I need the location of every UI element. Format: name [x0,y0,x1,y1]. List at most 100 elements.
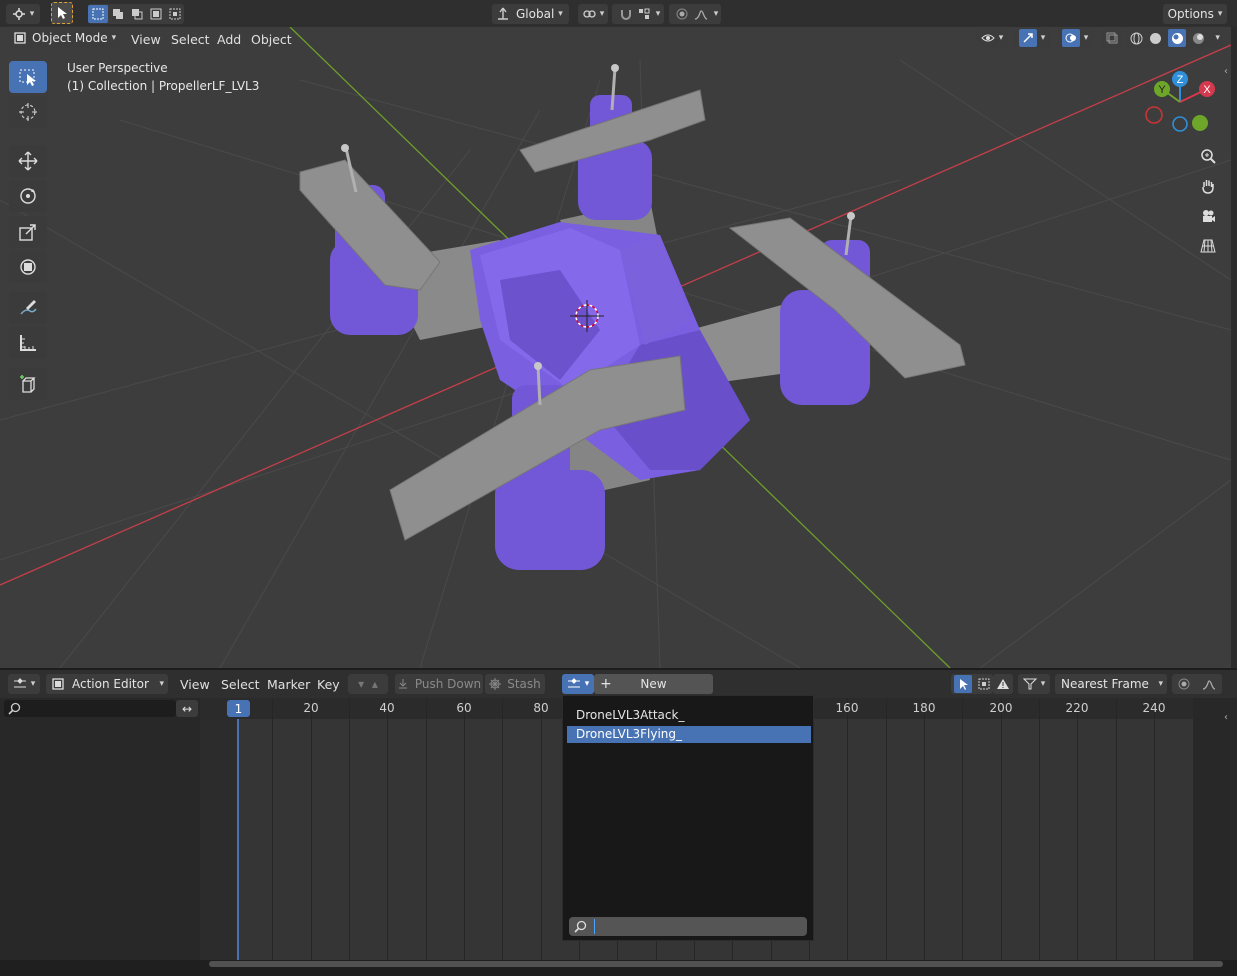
action-editor-mode-dropdown[interactable]: Action Editor ▾ [46,674,168,694]
solid-shading-icon[interactable] [1149,32,1162,45]
frame-tick: 180 [912,701,936,715]
menu-view[interactable]: View [180,677,210,692]
pre-range-shade [200,719,238,960]
new-action-button[interactable]: + New [594,674,713,694]
swap-filter-button[interactable]: ↔ [176,700,198,717]
navigation-gizmo[interactable]: Z X Y [1140,67,1220,147]
show-hidden-icon[interactable] [978,678,990,690]
annotate-tool[interactable] [9,292,47,324]
object-mode-dropdown[interactable]: Object Mode ▾ [9,28,119,48]
ortho-toggle-button[interactable] [1196,234,1220,258]
filters-dropdown[interactable]: ▾ [1018,674,1050,694]
3d-cursor-icon [18,102,38,122]
frame-tick: 80 [533,701,549,715]
ruler-icon [18,333,38,353]
overlays-icon [1061,29,1080,47]
magnet-icon[interactable] [616,7,636,21]
channel-search-field[interactable] [4,700,176,717]
action-browse-popup: DroneLVL3Attack_ DroneLVL3Flying_ [562,695,814,941]
select-extend-icon[interactable] [108,8,127,20]
only-errors-toggle[interactable] [993,674,1013,694]
select-intersect-icon[interactable] [165,8,184,20]
3d-viewport[interactable]: Object Mode ▾ View Select Add Object ▾ ▾… [0,27,1231,668]
text-caret [594,919,595,934]
transform-tool[interactable] [9,251,47,283]
stash-button[interactable]: Stash [485,674,545,694]
falloff-curve-icon[interactable] [1202,678,1216,690]
rendered-shading-icon[interactable] [1192,32,1205,45]
pencil-icon [18,298,38,318]
chevron-down-icon: ▾ [584,679,590,689]
zoom-button[interactable] [1196,144,1220,168]
frame-tick: 220 [1065,701,1089,715]
action-item-flying[interactable]: DroneLVL3Flying_ [567,726,811,743]
warning-icon [996,678,1010,690]
proportional-edit-icon[interactable] [1178,678,1190,690]
proportional-edit-icon[interactable] [672,8,692,20]
visibility-dropdown[interactable]: ▾ [976,28,1008,48]
move-tool[interactable] [9,145,47,177]
chevron-left-icon[interactable]: ‹ [1224,712,1228,723]
menu-key[interactable]: Key [317,677,340,692]
gizmo-dropdown[interactable]: ▾ [1014,28,1050,48]
arrow-up-icon: ▴ [371,677,378,691]
pan-button[interactable] [1196,174,1220,198]
action-item-attack[interactable]: DroneLVL3Attack_ [567,707,811,724]
xray-toggle[interactable] [1102,28,1122,48]
cursor-tool[interactable] [9,96,47,128]
perspective-label: User Perspective [67,61,168,75]
rotate-tool[interactable] [9,180,47,212]
snap-increment-icon[interactable] [636,8,652,20]
plus-icon: + [600,676,612,692]
snap-mode-dropdown[interactable]: Nearest Frame ▾ [1055,674,1167,694]
chevron-down-icon: ▾ [998,33,1004,43]
action-search-input[interactable] [569,917,807,936]
only-selected-icon[interactable] [954,675,972,693]
action-mode-icon [52,678,64,690]
camera-view-button[interactable] [1196,204,1220,228]
timeline-right-region [1193,698,1237,960]
camera-icon [1200,208,1216,224]
workspace-editor-type-button[interactable]: ▾ [6,4,40,24]
chevron-down-icon: ▾ [30,679,36,689]
chevron-left-icon[interactable]: ‹ [1224,66,1228,77]
menu-object[interactable]: Object [251,32,292,47]
push-down-button[interactable]: Push Down [395,674,483,694]
current-frame-indicator[interactable]: 1 [227,700,250,717]
chevron-down-icon: ▾ [599,9,605,19]
select-new-icon[interactable] [88,5,108,23]
options-dropdown[interactable]: Options ▾ [1163,4,1227,24]
menu-add[interactable]: Add [217,32,241,47]
menu-marker[interactable]: Marker [267,677,310,692]
pivot-point-dropdown[interactable]: ▾ [578,4,608,24]
menu-select[interactable]: Select [221,677,260,692]
gizmo-y-label: Y [1158,84,1166,96]
transform-orientation-dropdown[interactable]: Global ▾ [492,4,569,24]
wireframe-shading-icon[interactable] [1130,32,1143,45]
falloff-curve-icon[interactable] [692,8,710,20]
orientation-icon [496,7,510,21]
new-action-label: New [640,677,667,691]
playhead-line[interactable] [237,719,239,960]
scale-tool[interactable] [9,216,47,248]
browse-action-button[interactable]: ▾ [562,674,594,694]
select-subtract-icon[interactable] [127,8,146,20]
select-invert-icon[interactable] [146,8,165,20]
menu-select[interactable]: Select [171,32,210,47]
filter-selection-group [951,674,993,694]
arrow-down-icon: ▾ [358,677,365,691]
horizontal-scrollbar[interactable] [209,961,1223,967]
measure-tool[interactable] [9,327,47,359]
collection-label: (1) Collection | PropellerLF_LVL3 [67,79,260,93]
gizmo-icon [1018,29,1037,47]
editor-type-dropdown[interactable]: ▾ [8,674,40,694]
select-box-icon [18,67,38,87]
add-cube-tool[interactable] [9,368,47,400]
select-tool-button[interactable] [51,2,73,24]
material-shading-icon[interactable] [1168,29,1187,47]
frame-tick: 200 [989,701,1013,715]
select-box-tool[interactable] [9,61,47,93]
layer-arrows[interactable]: ▾ ▴ [348,674,388,694]
overlays-dropdown[interactable]: ▾ [1057,28,1093,48]
menu-view[interactable]: View [131,32,161,47]
